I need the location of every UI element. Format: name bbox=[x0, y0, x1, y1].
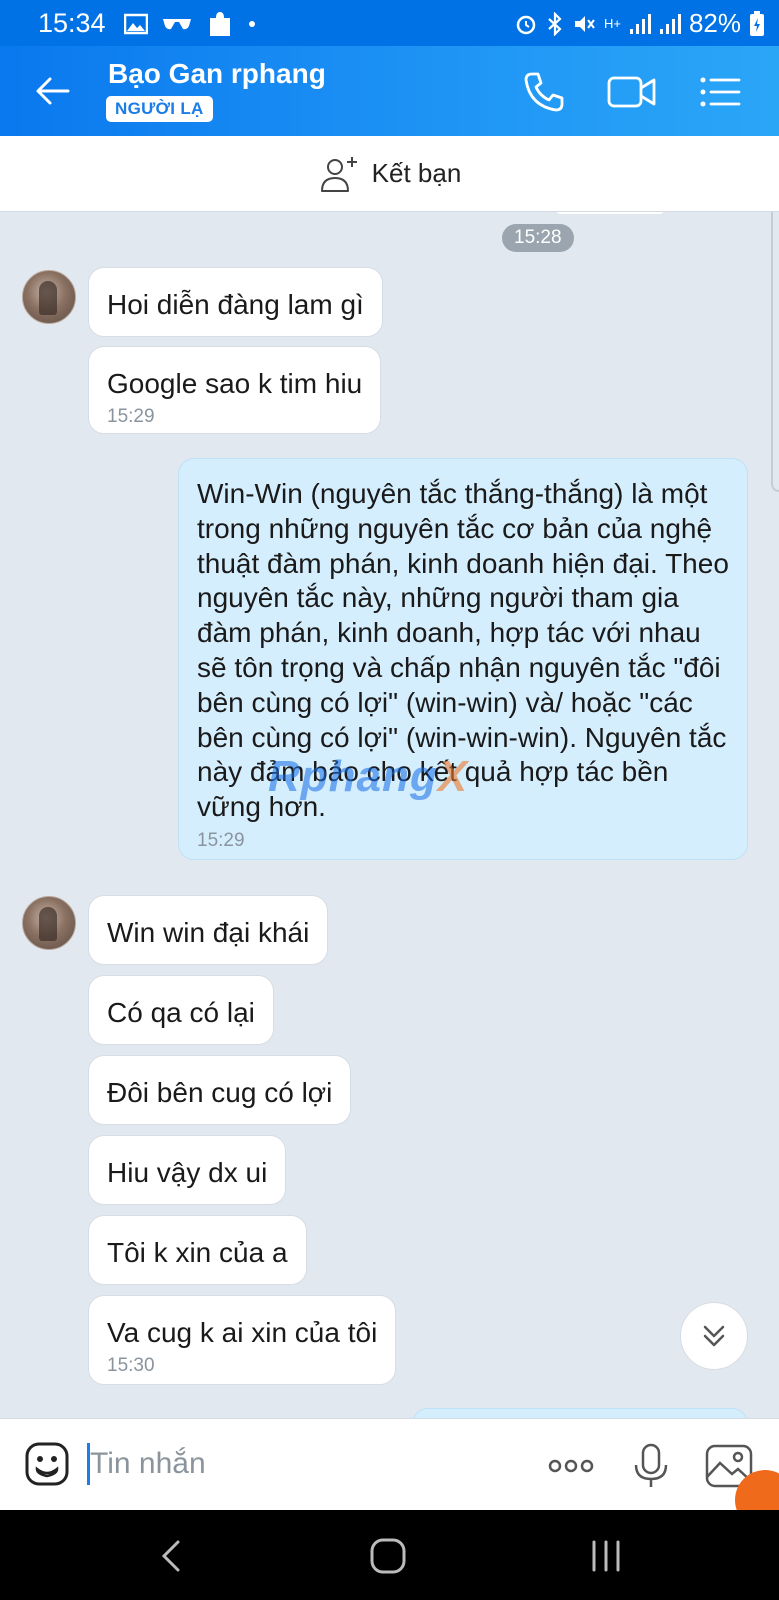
message-text: Tôi k xin của a bbox=[107, 1237, 288, 1268]
message-text: Google sao k tim hiu bbox=[107, 368, 363, 399]
network-type: H+ bbox=[603, 16, 621, 31]
message-text: Hiu vậy dx ui bbox=[107, 1157, 268, 1188]
message-text: Va cug k ai xin của tôi bbox=[107, 1317, 378, 1348]
avatar[interactable] bbox=[22, 270, 76, 324]
bluetooth-icon bbox=[548, 11, 562, 36]
add-user-icon bbox=[320, 156, 357, 192]
message-text: Đôi bên cug có lợi bbox=[107, 1077, 333, 1108]
status-system-icons: H+ 82% bbox=[514, 8, 765, 39]
time-separator: 15:28 bbox=[502, 224, 574, 252]
message-bubble-received[interactable]: Va cug k ai xin của tôi 15:30 bbox=[88, 1295, 397, 1385]
chat-header: Bạo Gan rphang NGƯỜI LẠ bbox=[0, 46, 779, 136]
message-text: Win win đại khái bbox=[107, 917, 310, 948]
mute-icon bbox=[574, 15, 595, 32]
message-bubble-received[interactable]: Hiu vậy dx ui bbox=[88, 1135, 287, 1205]
signal-icon bbox=[629, 13, 651, 34]
message-bubble-received[interactable]: Có qa có lại bbox=[88, 975, 274, 1045]
status-bar: 15:34 H+ 82% bbox=[0, 0, 779, 46]
nav-back-icon[interactable] bbox=[150, 1534, 194, 1578]
more-options-icon[interactable] bbox=[546, 1441, 596, 1491]
previous-message-edge bbox=[555, 212, 665, 214]
menu-list-icon[interactable] bbox=[697, 68, 745, 116]
message-text: Hoi diễn đàng lam gì bbox=[107, 289, 364, 320]
microphone-icon[interactable] bbox=[626, 1441, 676, 1491]
puzzle-icon bbox=[210, 12, 230, 36]
message-bubble-received[interactable]: Hoi diễn đàng lam gì bbox=[88, 267, 383, 337]
message-bubble-received[interactable]: Google sao k tim hiu 15:29 bbox=[88, 346, 382, 434]
system-navigation-bar bbox=[0, 1510, 779, 1600]
nav-recents-icon[interactable] bbox=[584, 1534, 628, 1578]
scroll-to-bottom-button[interactable] bbox=[680, 1302, 748, 1370]
message-input-bar bbox=[0, 1418, 779, 1510]
watermark: RphangX bbox=[268, 752, 469, 801]
stranger-badge: NGƯỜI LẠ bbox=[106, 96, 213, 122]
status-time: 15:34 bbox=[38, 8, 106, 38]
status-notification-icons bbox=[124, 10, 256, 38]
message-time: 15:29 bbox=[197, 829, 245, 851]
contact-name[interactable]: Bạo Gan rphang bbox=[108, 58, 326, 90]
message-time: 15:29 bbox=[107, 406, 155, 427]
gallery-icon bbox=[124, 13, 148, 35]
dot-icon bbox=[249, 21, 255, 27]
add-friend-label: Kết bạn bbox=[371, 158, 462, 188]
glasses-icon bbox=[163, 19, 191, 30]
message-bubble-received[interactable]: Win win đại khái bbox=[88, 895, 329, 965]
alarm-icon bbox=[516, 15, 536, 34]
chat-messages[interactable]: 15:28 Hoi diễn đàng lam gì Google sao k … bbox=[0, 212, 779, 1418]
message-text: Có qa có lại bbox=[107, 997, 255, 1028]
next-message-edge bbox=[412, 1408, 748, 1418]
message-bubble-received[interactable]: Đôi bên cug có lợi bbox=[88, 1055, 352, 1125]
battery-charging-icon bbox=[750, 10, 764, 36]
nav-home-icon[interactable] bbox=[366, 1534, 410, 1578]
double-chevron-down-icon bbox=[703, 1325, 725, 1347]
battery-percent: 82% bbox=[688, 8, 741, 38]
message-input[interactable] bbox=[90, 1443, 510, 1485]
add-friend-bar[interactable]: Kết bạn bbox=[0, 136, 779, 212]
back-arrow-icon[interactable] bbox=[30, 68, 76, 114]
video-call-icon[interactable] bbox=[606, 68, 658, 116]
emoji-icon[interactable] bbox=[24, 1441, 70, 1487]
scrollbar[interactable] bbox=[771, 212, 779, 492]
message-bubble-received[interactable]: Tôi k xin của a bbox=[88, 1215, 307, 1285]
phone-call-icon[interactable] bbox=[520, 68, 568, 116]
avatar[interactable] bbox=[22, 896, 76, 950]
message-time: 15:30 bbox=[107, 1355, 155, 1376]
signal-icon-2 bbox=[659, 13, 681, 34]
